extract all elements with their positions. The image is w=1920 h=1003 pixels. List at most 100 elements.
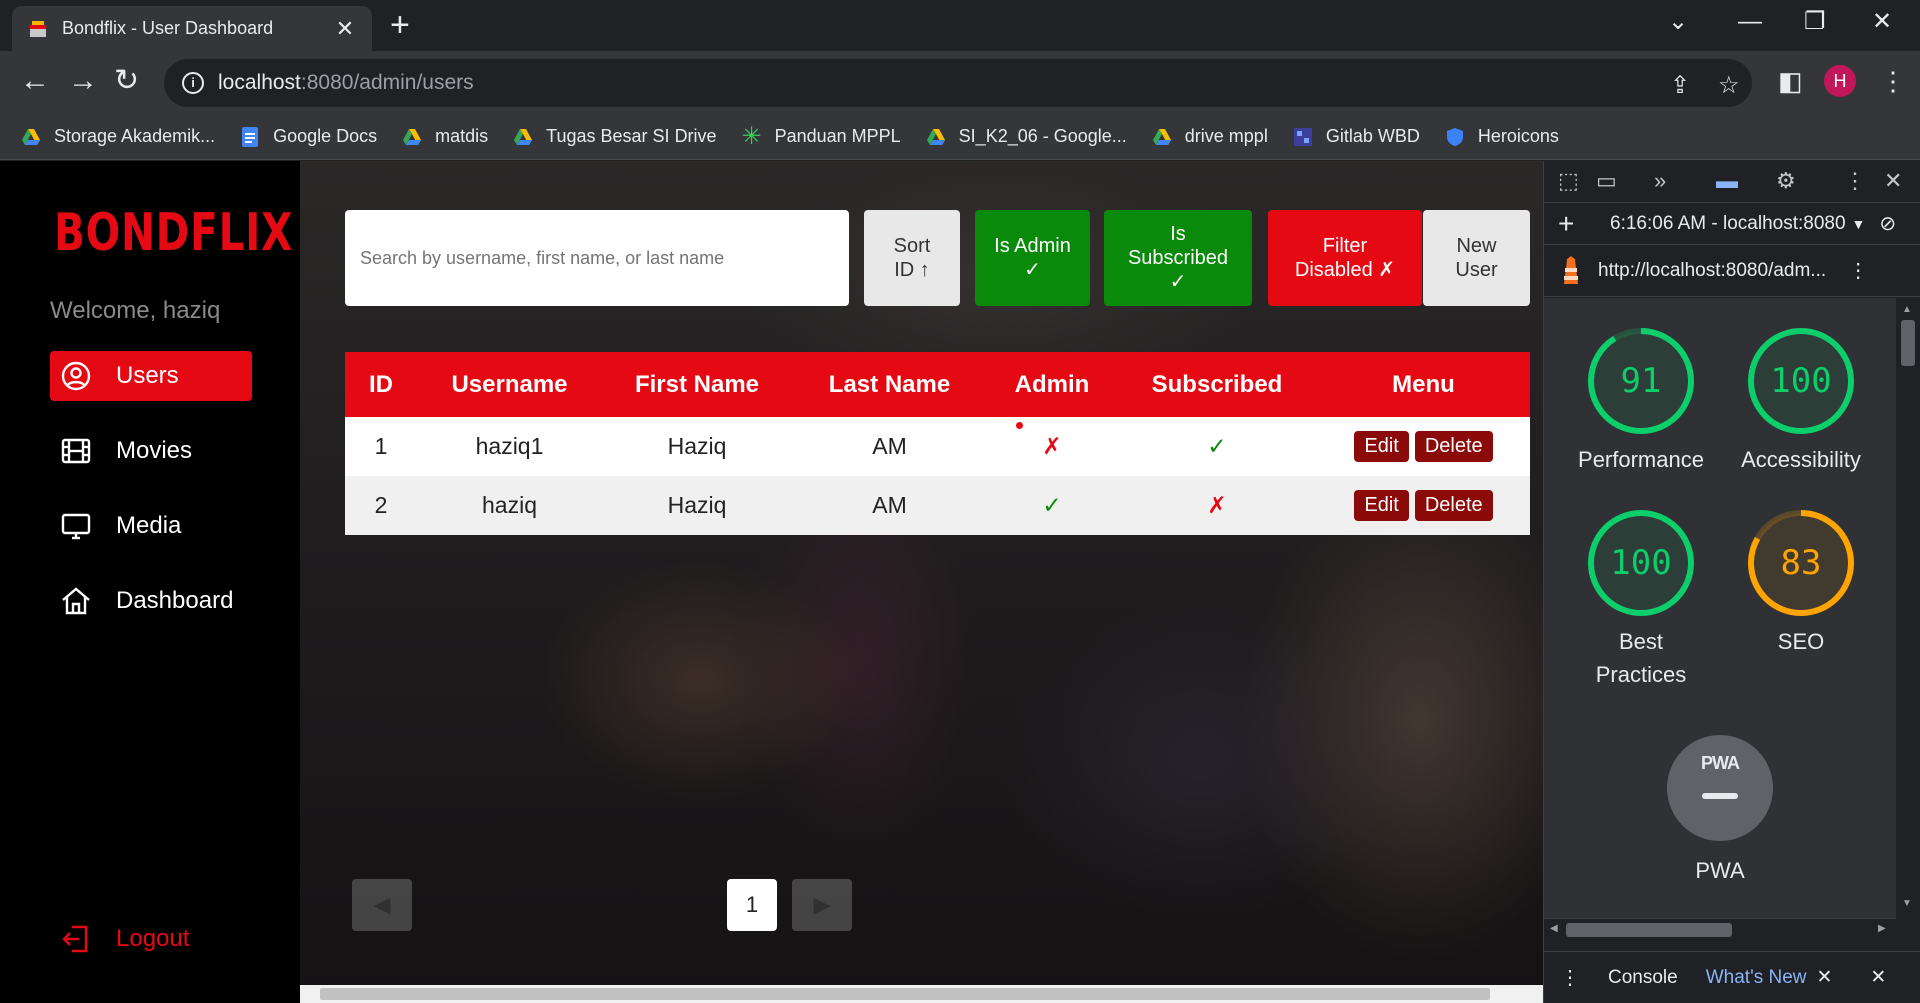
close-whats-new-icon[interactable]: ✕ (1816, 966, 1832, 989)
search-input[interactable] (345, 210, 849, 306)
devtools-settings-icon[interactable]: ⚙ (1776, 169, 1796, 193)
best-practices-gauge[interactable]: 100 (1586, 508, 1696, 618)
new-report-icon[interactable]: + (1558, 208, 1588, 240)
edit-button[interactable]: Edit (1354, 431, 1409, 462)
more-tabs-icon[interactable]: » (1654, 169, 1666, 193)
scroll-right-icon[interactable]: ▶ (1878, 923, 1886, 934)
accessibility-label: Accessibility (1741, 447, 1861, 472)
side-panel-icon[interactable]: ◧ (1778, 65, 1803, 97)
seo-gauge[interactable]: 83 (1746, 508, 1856, 618)
bookmark-gitlab-wbd[interactable]: Gitlab WBD (1292, 126, 1420, 148)
web-page: BONDFLIX Welcome, haziq Users Movies Med… (0, 161, 1543, 1003)
scrollbar-thumb[interactable] (1566, 923, 1732, 937)
address-bar[interactable]: i localhost:8080/admin/users ⇪ ☆ (164, 59, 1752, 107)
bookmark-star-icon[interactable]: ☆ (1718, 71, 1740, 100)
report-menu-icon[interactable]: ⋮ (1848, 258, 1868, 283)
delete-button[interactable]: Delete (1414, 490, 1493, 521)
sort-label: Sort (893, 235, 931, 257)
is-admin-label: Is Admin (994, 235, 1071, 257)
sidebar: BONDFLIX Welcome, haziq Users Movies Med… (0, 161, 300, 1003)
is-subscribed-filter-button[interactable]: Is Subscribed ✓ (1104, 210, 1252, 306)
devtools-horizontal-scrollbar[interactable]: ◀ ▶ (1544, 918, 1896, 940)
report-selector[interactable]: 6:16:06 AM - localhost:8080 (1610, 213, 1846, 235)
pwa-badge[interactable]: PWA (1667, 735, 1773, 841)
reload-icon[interactable]: ↻ (114, 63, 139, 99)
seo-score: 83 (1780, 543, 1822, 583)
inspect-element-icon[interactable]: ⬚ (1558, 169, 1579, 193)
next-page-button[interactable]: ▶ (792, 879, 852, 931)
delete-button[interactable]: Delete (1414, 431, 1493, 462)
restore-icon[interactable]: ❐ (1804, 8, 1826, 36)
browser-tab[interactable]: Bondflix - User Dashboard ✕ (12, 6, 372, 51)
bookmark-storage-akademik[interactable]: Storage Akademik... (20, 126, 215, 148)
cell-first-name: Haziq (667, 492, 727, 518)
forward-icon[interactable]: → (68, 63, 98, 99)
sort-id-button[interactable]: Sort ID ↑ (864, 210, 960, 306)
minimize-icon[interactable]: — (1738, 8, 1762, 36)
bookmark-heroicons[interactable]: Heroicons (1444, 126, 1559, 148)
lighthouse-logo-icon (1564, 255, 1578, 284)
window-close-icon[interactable]: ✕ (1872, 8, 1892, 36)
prev-page-button[interactable]: ◀ (352, 879, 412, 931)
is-admin-filter-button[interactable]: Is Admin ✓ (975, 210, 1090, 306)
bookmark-panduan-mppl[interactable]: ✳ Panduan MPPL (741, 124, 901, 148)
performance-gauge[interactable]: 91 (1586, 326, 1696, 436)
site-info-icon[interactable]: i (182, 72, 204, 94)
device-toolbar-icon[interactable]: ▭ (1596, 169, 1617, 193)
logout-button[interactable]: Logout (60, 923, 189, 955)
devtools-vertical-scrollbar[interactable]: ▲ ▼ (1896, 298, 1920, 918)
home-icon (62, 587, 90, 615)
scrollbar-thumb[interactable] (320, 988, 1490, 1000)
brand-logo[interactable]: BONDFLIX (54, 203, 293, 263)
report-url: http://localhost:8080/adm... (1598, 259, 1827, 281)
tab-search-icon[interactable]: ⌄ (1668, 8, 1688, 36)
page-number-button[interactable]: 1 (727, 879, 777, 931)
share-icon[interactable]: ⇪ (1670, 71, 1690, 100)
filter-toggle-button[interactable]: Filter Disabled ✗ (1268, 210, 1422, 306)
bookmark-drive-mppl[interactable]: drive mppl (1151, 126, 1268, 148)
accessibility-gauge[interactable]: 100 (1746, 326, 1856, 436)
sidebar-item-movies[interactable]: Movies (50, 426, 252, 476)
tab-whats-new[interactable]: What's New (1706, 967, 1807, 989)
url-path: :8080/admin/users (300, 71, 474, 94)
bookmark-label: Heroicons (1477, 126, 1559, 146)
tab-close-icon[interactable]: ✕ (334, 16, 356, 42)
url-host: localhost (218, 71, 301, 94)
profile-avatar[interactable]: H (1824, 65, 1856, 97)
lighthouse-summary: 91 Performance 100 Accessibility 100 Bes… (1544, 298, 1896, 918)
page-horizontal-scrollbar[interactable] (300, 985, 1543, 1003)
tab-console[interactable]: Console (1608, 967, 1678, 989)
welcome-text: Welcome, haziq (50, 297, 221, 324)
bookmark-google-docs[interactable]: Google Docs (239, 126, 377, 148)
bookmark-si-k2-06[interactable]: SI_K2_06 - Google... (925, 126, 1127, 148)
pwa-badge-text: PWA (1700, 753, 1740, 773)
report-dropdown-icon[interactable]: ▼ (1852, 216, 1866, 232)
lighthouse-url-bar: http://localhost:8080/adm... ⋮ (1544, 245, 1920, 297)
browser-menu-icon[interactable]: ⋮ (1880, 65, 1906, 97)
bookmark-label: Storage Akademik... (54, 126, 216, 146)
new-tab-icon[interactable]: + (390, 8, 410, 42)
scroll-down-icon[interactable]: ▼ (1902, 898, 1912, 909)
new-user-button[interactable]: New User (1423, 210, 1530, 306)
sidebar-item-media[interactable]: Media (50, 501, 252, 551)
sidebar-item-users[interactable]: Users (50, 351, 252, 401)
film-icon (61, 438, 91, 464)
devtools-close-icon[interactable]: ✕ (1884, 169, 1902, 193)
bookmark-matdis[interactable]: matdis (401, 126, 488, 148)
issues-icon[interactable]: ▬ (1716, 169, 1738, 193)
bookmark-tugas-besar[interactable]: Tugas Besar SI Drive (512, 126, 717, 148)
back-icon[interactable]: ← (20, 63, 50, 99)
bookmark-label: Gitlab WBD (1325, 126, 1420, 146)
is-admin-state: ✓ (1024, 259, 1041, 281)
cell-menu: Edit Delete (1317, 490, 1530, 521)
sidebar-item-dashboard[interactable]: Dashboard (50, 576, 252, 626)
edit-button[interactable]: Edit (1354, 490, 1409, 521)
scrollbar-thumb[interactable] (1901, 320, 1915, 366)
clear-reports-icon[interactable]: ⊘ (1879, 211, 1896, 236)
scroll-left-icon[interactable]: ◀ (1550, 923, 1558, 934)
drawer-close-icon[interactable]: ✕ (1870, 966, 1886, 989)
scroll-up-icon[interactable]: ▲ (1902, 304, 1912, 315)
devtools-menu-icon[interactable]: ⋮ (1844, 169, 1866, 193)
drawer-menu-icon[interactable]: ⋮ (1560, 965, 1580, 990)
filter-label: Filter (1322, 235, 1368, 257)
